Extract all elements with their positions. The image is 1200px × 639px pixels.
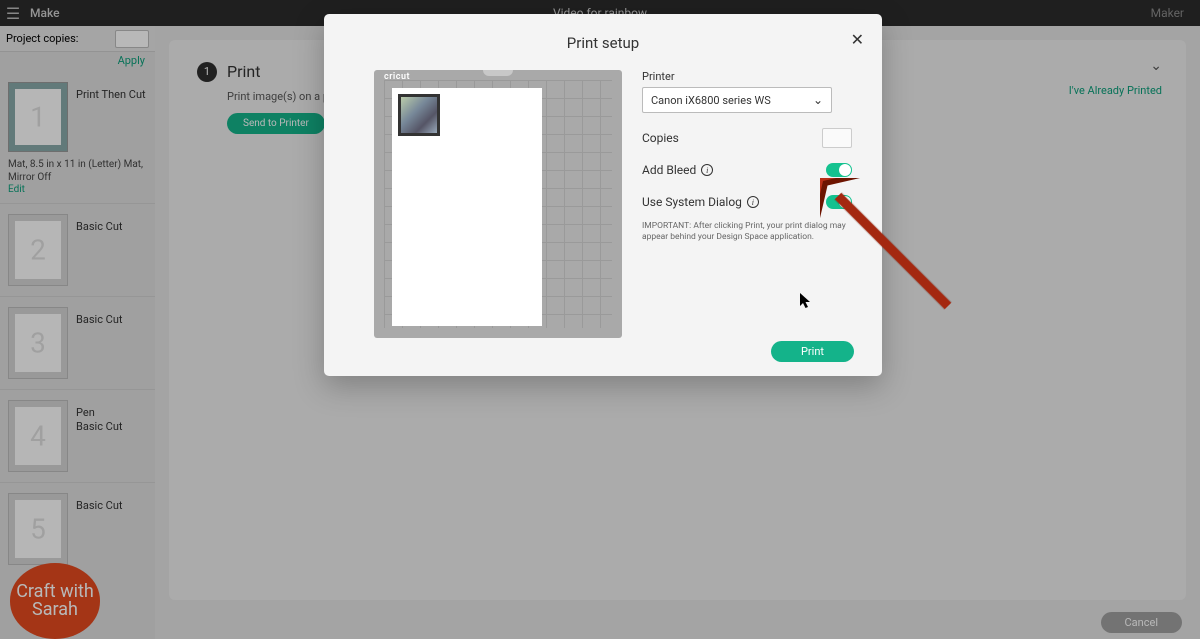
printer-selected-value: Canon iX6800 series WS	[651, 94, 771, 107]
preview-image	[398, 94, 440, 136]
chevron-down-icon: ⌄	[813, 93, 823, 107]
copies-row: Copies	[642, 125, 852, 151]
print-button[interactable]: Print	[771, 341, 854, 362]
dialog-title: Print setup	[324, 14, 882, 52]
copies-stepper[interactable]	[822, 128, 852, 148]
printer-label: Printer	[642, 70, 852, 83]
print-settings: Printer Canon iX6800 series WS ⌄ Copies …	[642, 70, 852, 338]
add-bleed-row: Add Bleed i	[642, 157, 852, 183]
copies-label: Copies	[642, 131, 679, 145]
add-bleed-label: Add Bleed	[642, 163, 696, 177]
system-dialog-label: Use System Dialog	[642, 195, 742, 209]
close-icon[interactable]: ✕	[851, 30, 864, 49]
mat-preview: cricut	[374, 70, 622, 338]
print-setup-dialog: ✕ Print setup cricut Printer Canon iX680…	[324, 14, 882, 376]
add-bleed-toggle[interactable]	[826, 163, 852, 177]
printer-select[interactable]: Canon iX6800 series WS ⌄	[642, 87, 832, 113]
info-icon[interactable]: i	[701, 164, 713, 176]
system-dialog-hint: IMPORTANT: After clicking Print, your pr…	[642, 221, 852, 243]
cricut-brand-label: cricut	[384, 72, 410, 82]
system-dialog-toggle[interactable]	[826, 195, 852, 209]
cursor-icon	[799, 292, 813, 310]
system-dialog-row: Use System Dialog i	[642, 189, 852, 215]
info-icon[interactable]: i	[747, 196, 759, 208]
